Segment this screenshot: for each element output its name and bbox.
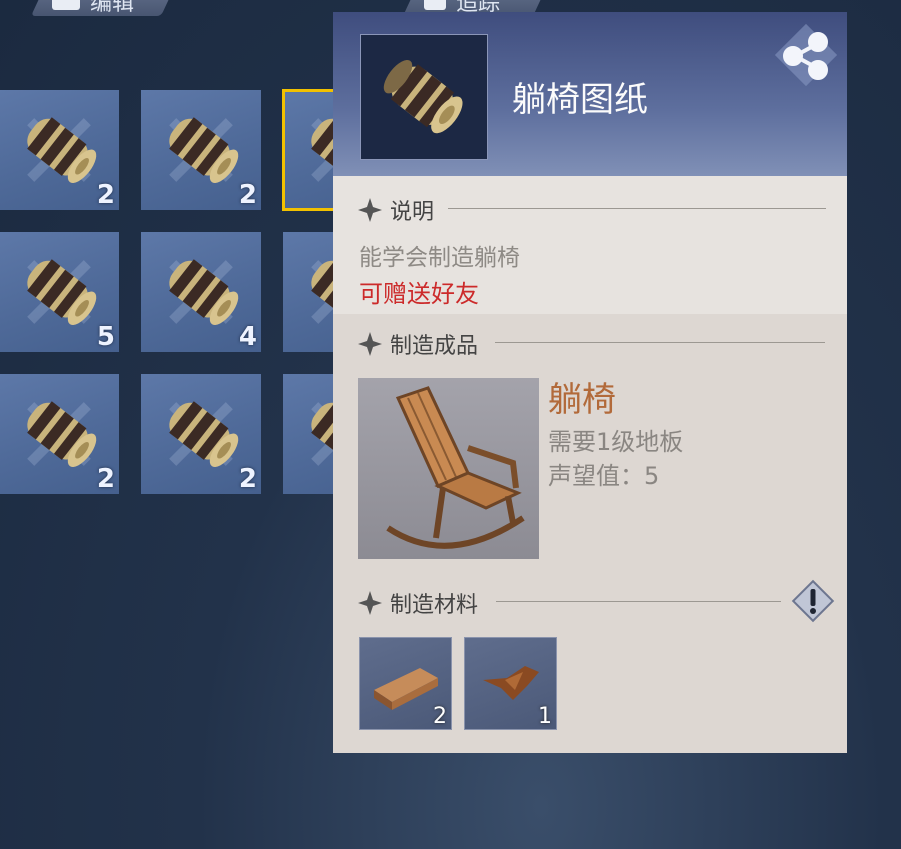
divider [448,208,826,209]
blueprint-scroll-icon [169,259,239,325]
rocking-chair-image[interactable] [358,378,539,559]
inventory-slot[interactable]: 2 [0,90,119,210]
tab-edit-label: 编辑 [90,0,135,16]
slot-count: 2 [238,464,257,494]
material-count: 2 [433,704,447,729]
material-count: 1 [538,704,552,729]
divider [495,342,825,343]
materials-header: 制造材料 [358,587,478,619]
product-header-label: 制造成品 [390,334,479,359]
diamond-icon [358,591,382,615]
slot-count: 2 [96,180,115,210]
product-requirement: 需要1级地板 [548,428,684,456]
blueprint-scroll-icon [27,401,97,467]
blueprint-scroll-icon [27,117,97,183]
slot-count: 4 [238,322,257,352]
product-reputation: 声望值：5 [548,462,660,490]
inventory-slot[interactable]: 2 [141,374,261,494]
materials-header-label: 制造材料 [390,593,479,618]
material-slot[interactable]: 1 [464,637,557,730]
share-button[interactable] [771,20,841,90]
product-name: 躺椅 [548,380,616,420]
slot-count: 2 [238,180,257,210]
slot-count: 2 [96,464,115,494]
blueprint-scroll-icon [169,117,239,183]
panel-header: 躺椅图纸 [333,12,847,176]
divider [496,601,781,602]
inventory-slot[interactable]: 4 [141,232,261,352]
blueprint-scroll-icon [360,34,488,160]
document-icon [424,0,446,10]
product-header: 制造成品 [358,328,478,360]
description-header: 说明 [358,194,434,226]
info-button[interactable] [791,579,835,623]
slot-count: 5 [96,322,115,352]
brush-icon [52,0,80,10]
blueprint-scroll-icon [27,259,97,325]
diamond-icon [358,198,382,222]
tab-edit[interactable]: 编辑 [31,0,175,16]
description-text: 能学会制造躺椅 [359,245,520,271]
inventory-slot[interactable]: 2 [141,90,261,210]
diamond-icon [358,332,382,356]
inventory-slot[interactable]: 5 [0,232,119,352]
description-header-label: 说明 [390,200,435,225]
material-slot[interactable]: 2 [359,637,452,730]
gift-note: 可赠送好友 [359,280,479,308]
blueprint-scroll-icon [169,401,239,467]
item-detail-panel: 躺椅图纸 说明 能学会制造躺椅 可赠送好友 制造成品 躺椅 需要1级地板 声望值… [333,12,847,753]
inventory-slot[interactable]: 2 [0,374,119,494]
exclamation-icon [810,589,816,614]
item-title: 躺椅图纸 [512,80,648,120]
